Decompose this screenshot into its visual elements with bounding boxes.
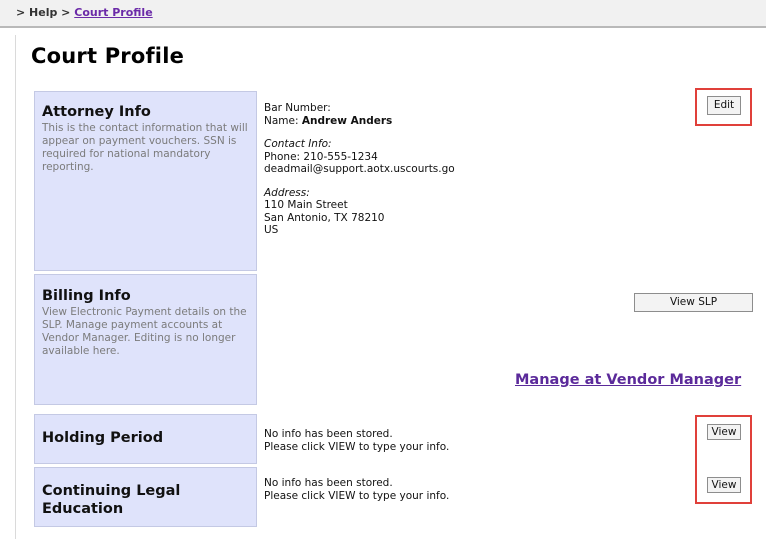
- address-label: Address:: [264, 186, 310, 199]
- cle-status-line2: Please click VIEW to type your info.: [264, 489, 450, 502]
- view-cle-button[interactable]: View: [707, 477, 741, 493]
- holding-status-line2: Please click VIEW to type your info.: [264, 440, 450, 453]
- holding-period-panel: Holding Period: [34, 414, 257, 464]
- breadcrumb-link-court-profile[interactable]: Court Profile: [74, 6, 152, 19]
- bar-number-label: Bar Number:: [264, 102, 331, 114]
- breadcrumb-prefix: > Help >: [16, 6, 71, 19]
- holding-period-heading: Holding Period: [42, 430, 164, 446]
- attorney-info-description: This is the contact information that wil…: [42, 122, 248, 173]
- attorney-name-row: Name: Andrew Anders: [264, 115, 455, 128]
- attorney-info-heading: Attorney Info: [42, 104, 151, 120]
- email-value: deadmail@support.aotx.uscourts.go: [264, 163, 455, 175]
- address-line1: 110 Main Street: [264, 199, 348, 211]
- cle-heading-line1: Continuing Legal: [42, 483, 181, 499]
- cle-panel: Continuing Legal Education: [34, 467, 257, 527]
- view-holding-period-button[interactable]: View: [707, 424, 741, 440]
- address-line3: US: [264, 224, 279, 236]
- name-label: Name:: [264, 114, 299, 127]
- breadcrumb-bar: > Help > Court Profile: [0, 0, 766, 28]
- holding-status-line1: No info has been stored.: [264, 428, 393, 440]
- cle-status-line1: No info has been stored.: [264, 477, 393, 489]
- edit-attorney-button[interactable]: Edit: [707, 96, 741, 115]
- cle-status: No info has been stored. Please click VI…: [264, 477, 449, 502]
- holding-period-status: No info has been stored. Please click VI…: [264, 428, 449, 453]
- attorney-name-value: Andrew Anders: [301, 114, 393, 127]
- billing-info-panel: Billing Info View Electronic Payment det…: [34, 274, 257, 405]
- manage-vendor-manager-link[interactable]: Manage at Vendor Manager: [515, 372, 741, 388]
- breadcrumb: > Help > Court Profile: [16, 6, 153, 19]
- view-slp-button[interactable]: View SLP: [634, 293, 753, 312]
- contact-info-label: Contact Info:: [264, 138, 332, 150]
- billing-info-heading: Billing Info: [42, 288, 131, 304]
- phone-value: Phone: 210-555-1234: [264, 150, 378, 163]
- cle-heading-line2: Education: [42, 501, 124, 517]
- address-line2: San Antonio, TX 78210: [264, 211, 385, 224]
- page-title: Court Profile: [31, 44, 185, 68]
- attorney-info-details: Bar Number: Name: Andrew Anders Contact …: [264, 102, 455, 237]
- attorney-info-panel: Attorney Info This is the contact inform…: [34, 91, 257, 271]
- content-left-border: [15, 35, 16, 539]
- billing-info-description: View Electronic Payment details on the S…: [42, 306, 247, 357]
